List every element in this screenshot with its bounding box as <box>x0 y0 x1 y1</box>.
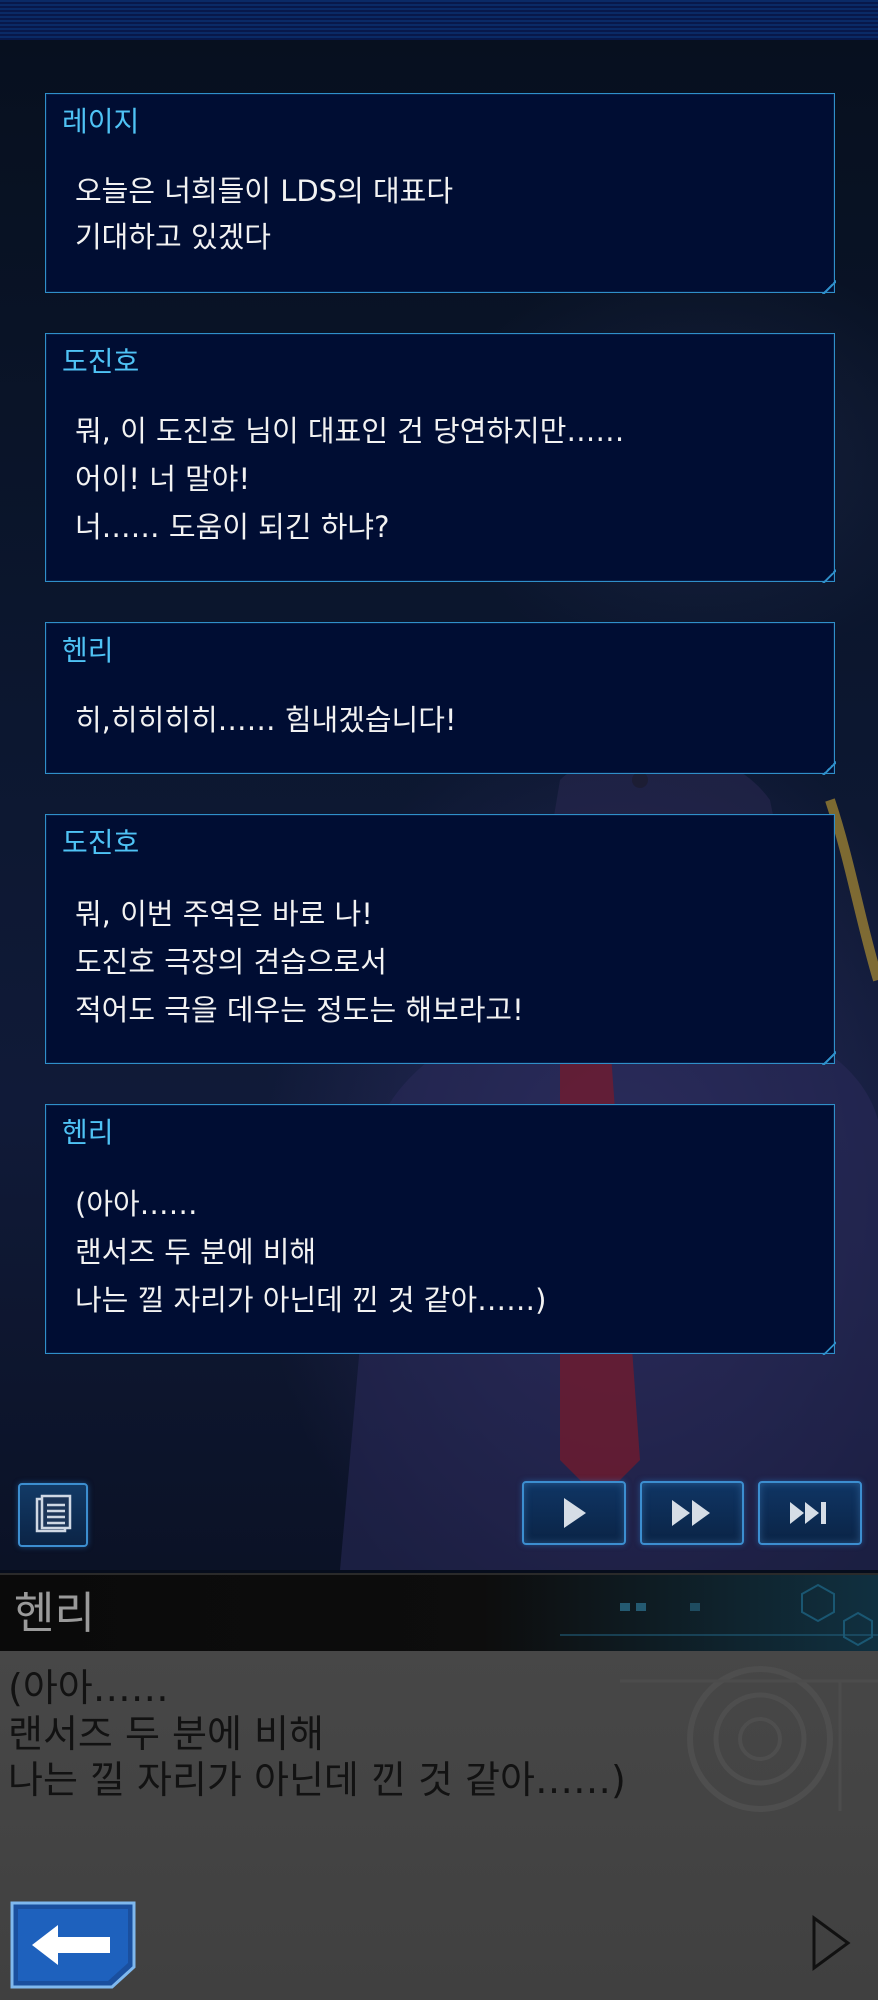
log-speaker-name: 도진호 <box>62 345 140 378</box>
skip-button[interactable] <box>758 1481 862 1545</box>
next-triangle-icon <box>812 1915 851 1971</box>
log-line: 적어도 극을 데우는 정도는 해보라고! <box>75 993 524 1027</box>
log-speaker-name: 도진호 <box>62 826 140 859</box>
top-status-bar <box>0 0 878 41</box>
current-speaker-name: 헨리 <box>14 1588 95 1639</box>
log-line: 히,히히히히…… 힘내겠습니다! <box>75 703 457 737</box>
dialogue-line: (아아…… <box>8 1666 169 1710</box>
log-line: 너…… 도움이 되긴 하냐? <box>75 510 390 544</box>
log-line: 랜서즈 두 분에 비해 <box>75 1235 317 1269</box>
log-line: 도진호 극장의 견습으로서 <box>75 945 387 979</box>
log-line: 기대하고 있겠다 <box>75 220 271 254</box>
log-entry: 레이지 오늘은 너희들이 LDS의 대표다 기대하고 있겠다 <box>45 93 836 294</box>
log-button[interactable] <box>18 1483 88 1547</box>
log-line: 뭐, 이 도진호 님이 대표인 건 당연하지만…… <box>75 414 625 448</box>
back-arrow-icon <box>10 1901 136 1989</box>
log-entry: 도진호 뭐, 이 도진호 님이 대표인 건 당연하지만…… 어이! 너 말야! … <box>45 333 836 583</box>
next-button[interactable] <box>806 1910 856 1976</box>
log-line: 오늘은 너희들이 LDS의 대표다 <box>75 174 454 208</box>
play-icon <box>564 1498 586 1528</box>
fast-forward-icon <box>672 1500 710 1526</box>
log-entry: 헨리 히,히히히히…… 힘내겠습니다! <box>45 622 836 775</box>
log-line: 뭐, 이번 주역은 바로 나! <box>75 897 373 931</box>
log-line: (아아…… <box>75 1187 198 1221</box>
play-button[interactable] <box>522 1481 626 1545</box>
log-entry: 도진호 뭐, 이번 주역은 바로 나! 도진호 극장의 견습으로서 적어도 극을… <box>45 814 836 1065</box>
log-line: 나는 낄 자리가 아닌데 낀 것 같아……) <box>75 1283 547 1317</box>
back-button[interactable] <box>6 1897 140 1991</box>
speaker-name-bar: 헨리 <box>0 1573 878 1653</box>
document-list-icon <box>35 1494 72 1533</box>
log-line: 어이! 너 말야! <box>75 462 251 496</box>
dialogue-line: 랜서즈 두 분에 비해 <box>8 1712 324 1756</box>
log-entry: 헨리 (아아…… 랜서즈 두 분에 비해 나는 낄 자리가 아닌데 낀 것 같아… <box>45 1104 836 1355</box>
log-speaker-name: 레이지 <box>62 105 140 138</box>
log-speaker-name: 헨리 <box>62 634 114 667</box>
dialogue-line: 나는 낄 자리가 아닌데 낀 것 같아……) <box>8 1758 626 1802</box>
skip-to-end-icon <box>790 1502 826 1524</box>
log-speaker-name: 헨리 <box>62 1116 114 1149</box>
fast-forward-button[interactable] <box>640 1481 744 1545</box>
